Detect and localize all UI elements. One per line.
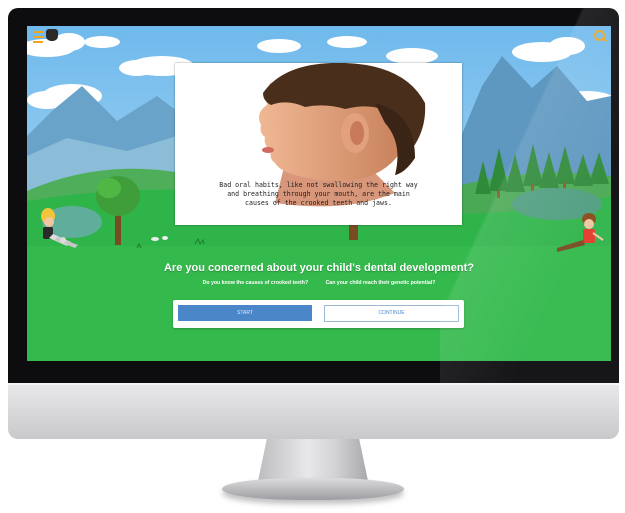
video-player[interactable]: Bad oral habits, like not swallowing the… xyxy=(175,63,462,225)
start-button[interactable]: START xyxy=(178,305,312,321)
monitor-stand xyxy=(258,439,368,481)
question-causes: Do you know the causes of crooked teeth? xyxy=(202,280,309,286)
caption-line: Bad oral habits, like not swallowing the… xyxy=(219,181,418,189)
tree xyxy=(115,211,121,245)
monitor-stand-base xyxy=(222,478,404,500)
app-screen: Bad oral habits, like not swallowing the… xyxy=(27,26,611,361)
page-headline: Are you concerned about your child's den… xyxy=(163,262,475,274)
rock xyxy=(151,237,159,241)
hamburger-menu-icon[interactable] xyxy=(33,31,43,43)
question-potential: Can your child reach their genetic poten… xyxy=(325,280,436,286)
caption-line: and breathing through your mouth, are th… xyxy=(227,190,410,199)
search-icon[interactable] xyxy=(594,30,605,41)
sub-questions: Do you know the causes of crooked teeth?… xyxy=(27,280,611,286)
caption-line: causes of the crooked teeth and jaws. xyxy=(245,199,392,208)
continue-button[interactable]: CONTINUE xyxy=(324,305,459,322)
cta-panel: START CONTINUE xyxy=(173,300,464,328)
monitor-chin xyxy=(8,383,619,439)
hand-logo-icon[interactable] xyxy=(46,29,58,41)
video-caption: Bad oral habits, like not swallowing the… xyxy=(219,181,418,209)
